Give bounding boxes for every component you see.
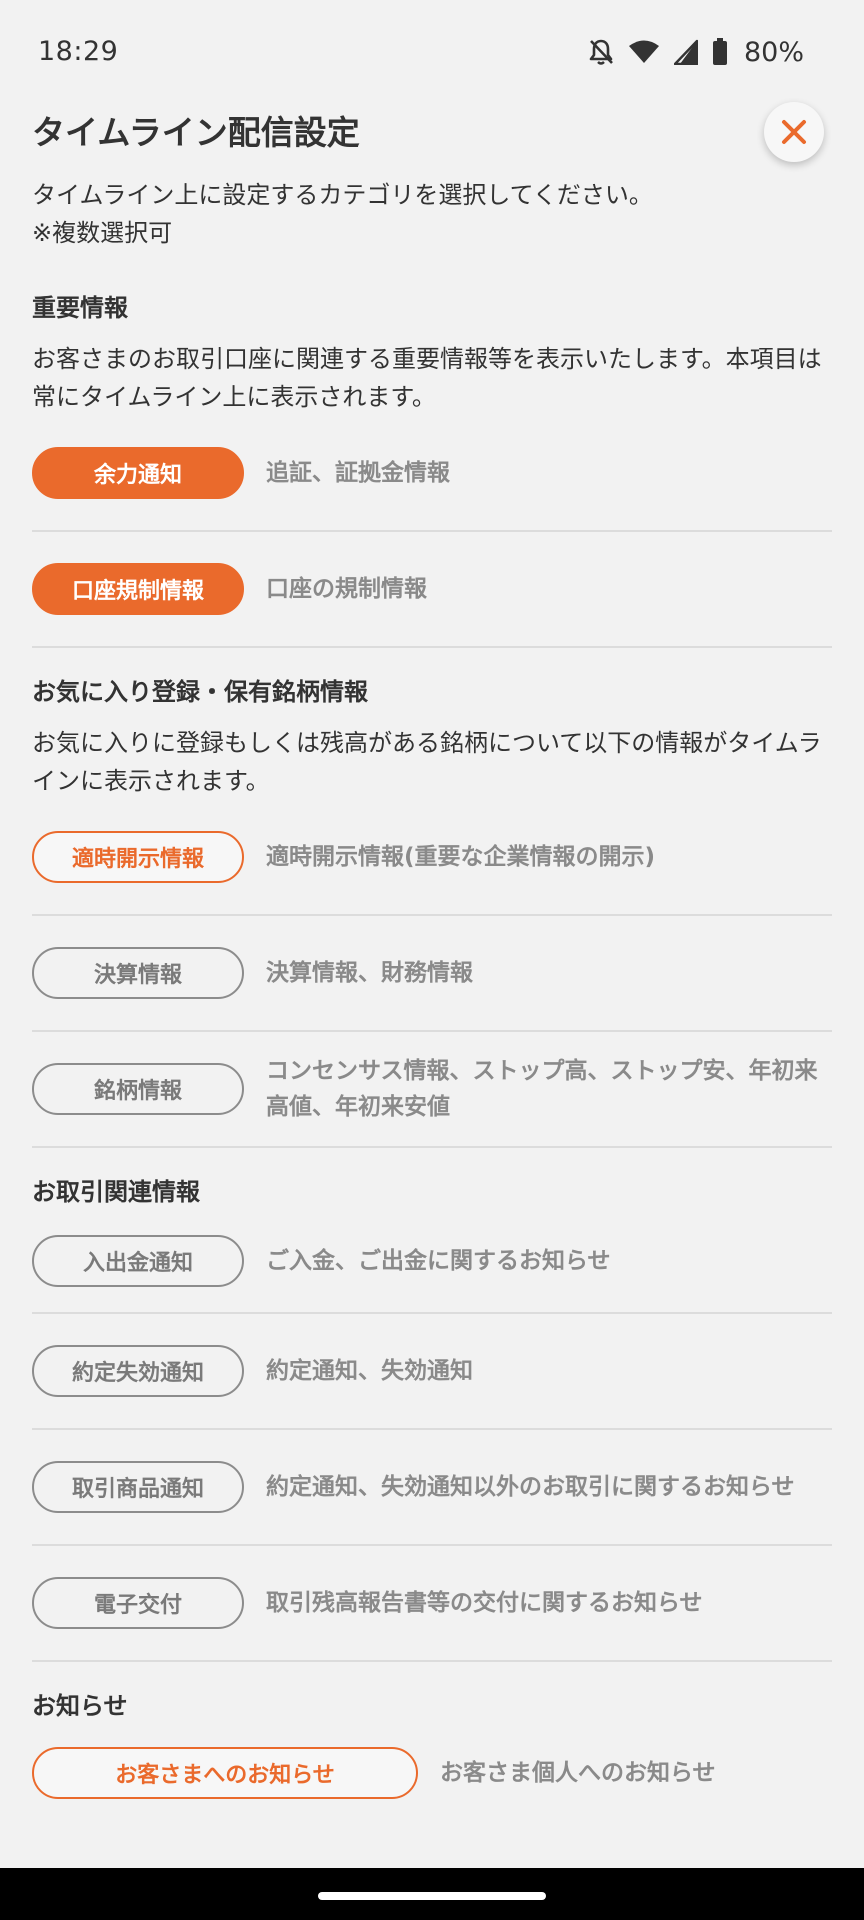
toggle-deposit-withdrawal[interactable]: 入出金通知	[32, 1235, 244, 1287]
status-time: 18:29	[38, 36, 119, 67]
toggle-stock-info[interactable]: 銘柄情報	[32, 1063, 244, 1115]
toggle-trading-products[interactable]: 取引商品通知	[32, 1461, 244, 1513]
item-description: 約定通知、失効通知	[266, 1358, 473, 1384]
item-description: 取引残高報告書等の交付に関するお知らせ	[266, 1590, 703, 1616]
toggle-execution-expiry[interactable]: 約定失効通知	[32, 1345, 244, 1397]
list-item: 入出金通知 ご入金、ご出金に関するお知らせ	[32, 1210, 832, 1314]
list-item: 適時開示情報 適時開示情報(重要な企業情報の開示)	[32, 800, 832, 916]
list-item: 余力通知 追証、証拠金情報	[32, 416, 832, 532]
item-description: ご入金、ご出金に関するお知らせ	[266, 1248, 611, 1274]
settings-list: 重要情報 お客さまのお取引口座に関連する重要情報等を表示いたします。本項目は常に…	[0, 290, 864, 1822]
list-item: 銘柄情報 コンセンサス情報、ストップ高、ストップ安、年初来高値、年初来安値	[32, 1032, 832, 1148]
list-item: 電子交付 取引残高報告書等の交付に関するお知らせ	[32, 1546, 832, 1662]
status-bar: 18:29 80%	[0, 0, 864, 104]
item-description: 約定通知、失効通知以外のお取引に関するお知らせ	[266, 1474, 795, 1500]
toggle-timely-disclosure[interactable]: 適時開示情報	[32, 831, 244, 883]
section-title-trading: お取引関連情報	[32, 1178, 200, 1206]
item-description: 適時開示情報(重要な企業情報の開示)	[266, 844, 656, 870]
section-desc-important: お客さまのお取引口座に関連する重要情報等を表示いたします。本項目は常にタイムライ…	[32, 345, 822, 411]
battery-percentage: 80%	[743, 36, 804, 68]
section-title-favorites: お気に入り登録・保有銘柄情報	[32, 678, 368, 706]
close-icon	[782, 120, 806, 144]
item-description: 決算情報、財務情報	[266, 960, 473, 986]
intro-note: ※複数選択可	[32, 219, 173, 247]
close-button[interactable]	[764, 102, 824, 162]
signal-icon	[673, 39, 698, 65]
section-desc-favorites: お気に入りに登録もしくは残高がある銘柄について以下の情報がタイムラインに表示され…	[32, 729, 822, 795]
item-description: お客さま個人へのお知らせ	[440, 1760, 716, 1786]
intro-instruction: タイムライン上に設定するカテゴリを選択してください。	[32, 181, 653, 209]
toggle-margin-notice[interactable]: 余力通知	[32, 447, 244, 499]
toggle-earnings-info[interactable]: 決算情報	[32, 947, 244, 999]
list-item: 決算情報 決算情報、財務情報	[32, 916, 832, 1032]
toggle-customer-notices[interactable]: お客さまへのお知らせ	[32, 1747, 418, 1799]
section-title-notices: お知らせ	[32, 1692, 128, 1720]
item-description: コンセンサス情報、ストップ高、ストップ安、年初来高値、年初来安値	[266, 1058, 818, 1120]
home-indicator[interactable]	[318, 1892, 546, 1900]
battery-icon	[712, 38, 728, 66]
intro-text: タイムライン上に設定するカテゴリを選択してください。 ※複数選択可	[32, 176, 832, 252]
toggle-electronic-delivery[interactable]: 電子交付	[32, 1577, 244, 1629]
section-title-important: 重要情報	[32, 294, 128, 322]
page-title: タイムライン配信設定	[32, 113, 360, 152]
toggle-account-restriction[interactable]: 口座規制情報	[32, 563, 244, 615]
list-item: 口座規制情報 口座の規制情報	[32, 532, 832, 648]
wifi-icon	[628, 39, 660, 65]
item-description: 口座の規制情報	[266, 576, 427, 602]
timeline-settings-screen: 18:29 80% タイムライン配信設定 タイムライン上に設定するカテゴリを選択…	[0, 0, 864, 1920]
navigation-bar	[0, 1868, 864, 1920]
item-description: 追証、証拠金情報	[266, 460, 450, 486]
status-icons: 80%	[588, 34, 804, 70]
list-item: お客さまへのお知らせ お客さま個人へのお知らせ	[32, 1724, 832, 1822]
bell-off-icon	[588, 38, 614, 66]
list-item: 約定失効通知 約定通知、失効通知	[32, 1314, 832, 1430]
list-item: 取引商品通知 約定通知、失効通知以外のお取引に関するお知らせ	[32, 1430, 832, 1546]
